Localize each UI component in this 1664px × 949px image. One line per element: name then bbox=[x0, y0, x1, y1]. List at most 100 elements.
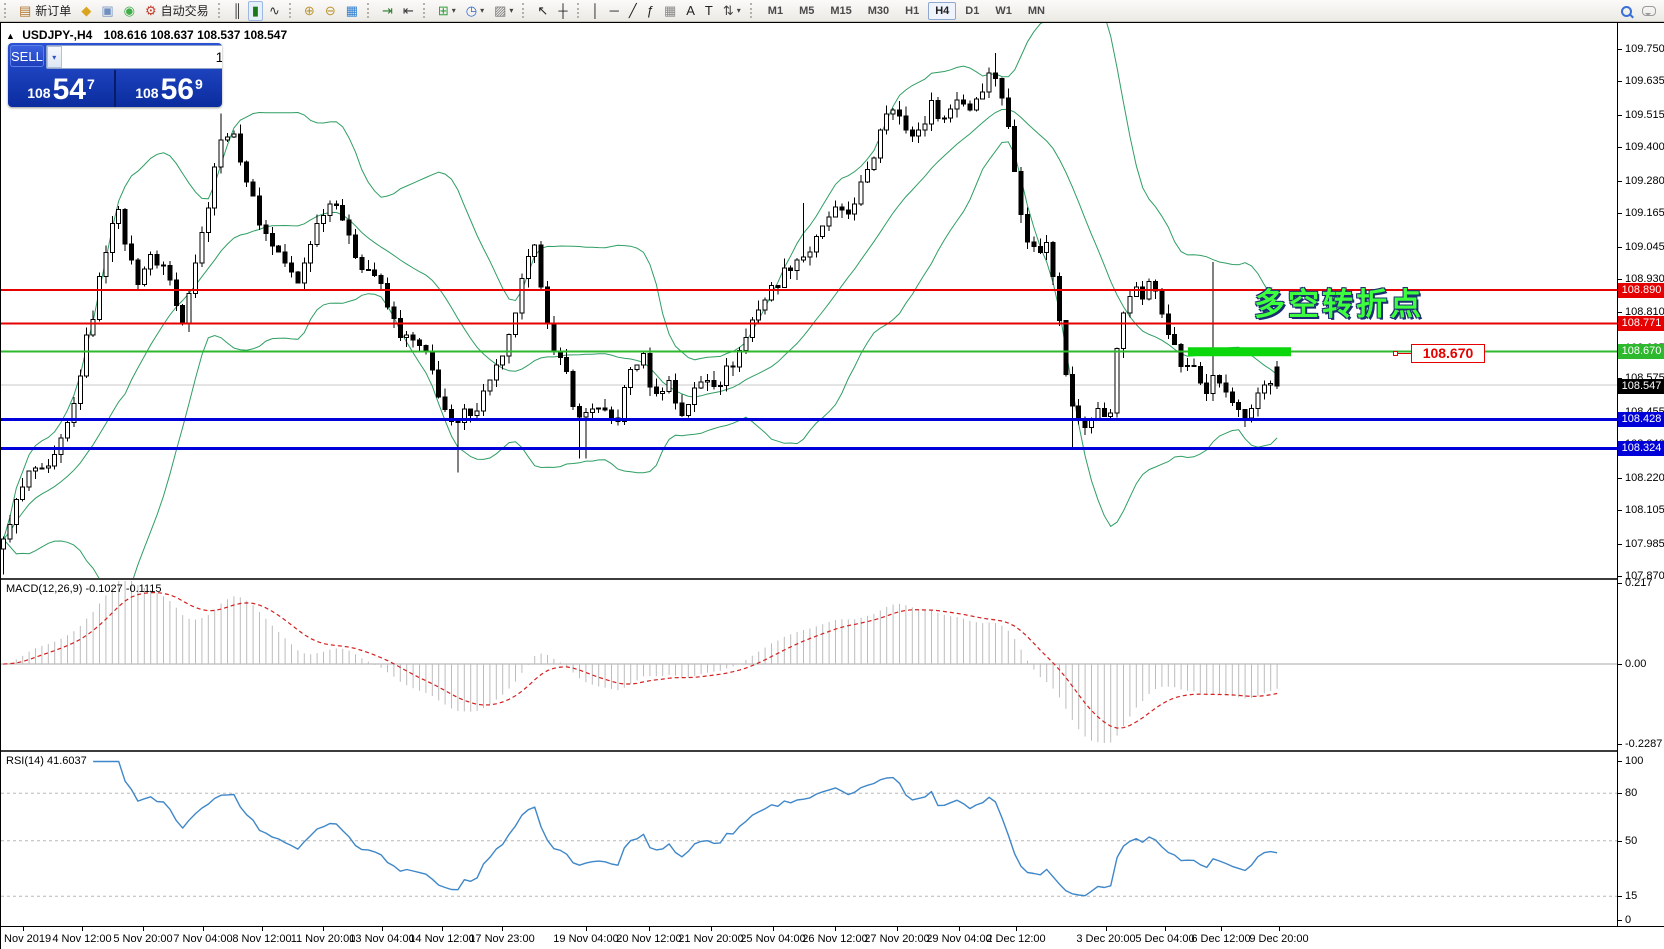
axis-tick bbox=[1618, 247, 1622, 248]
arrows-dropdown-icon[interactable]: ▾ bbox=[737, 6, 741, 15]
macd-histogram-bar bbox=[841, 619, 842, 664]
sell-button[interactable]: SELL bbox=[10, 45, 44, 67]
timeframe-m5-button[interactable]: M5 bbox=[792, 2, 821, 20]
macd-histogram-bar bbox=[157, 593, 158, 664]
crosshair-icon: ┼ bbox=[558, 4, 567, 17]
macd-histogram-bar bbox=[349, 651, 350, 664]
line-chart-button[interactable]: ∿ bbox=[265, 1, 284, 21]
macd-panel-canvas[interactable] bbox=[1, 581, 1617, 750]
text-button[interactable]: A bbox=[682, 1, 699, 21]
time-tick bbox=[1016, 927, 1017, 931]
market-watch-button[interactable]: ◆ bbox=[77, 1, 95, 21]
collapse-arrow-icon[interactable]: ▲ bbox=[6, 31, 15, 41]
cycle-lines-button[interactable]: ▦ bbox=[660, 1, 680, 21]
vertical-line-button[interactable]: │ bbox=[588, 1, 604, 21]
timeframe-h4-button[interactable]: H4 bbox=[928, 2, 956, 20]
macd-histogram-bar bbox=[694, 664, 695, 676]
chart-shift-icon: ⇤ bbox=[403, 4, 414, 17]
zoom-in-button[interactable]: ⊕ bbox=[300, 1, 319, 21]
price-scale[interactable]: 109.750109.635109.515109.400109.280109.1… bbox=[1618, 23, 1664, 926]
sell-price[interactable]: 108 54 7 bbox=[8, 70, 116, 107]
periods-dropdown-icon[interactable]: ▾ bbox=[480, 6, 484, 15]
candle-body bbox=[840, 207, 844, 210]
new-chart-dropdown-icon[interactable]: ▾ bbox=[452, 6, 456, 15]
price-tick-label: 108.220 bbox=[1625, 472, 1664, 484]
time-tick-label: 25 Nov 04:00 bbox=[740, 933, 805, 945]
time-tick bbox=[262, 927, 263, 931]
timeframe-mn-button[interactable]: MN bbox=[1021, 2, 1052, 20]
volume-decrease-button[interactable]: ▾ bbox=[47, 46, 62, 68]
macd-histogram-bar bbox=[1238, 664, 1239, 697]
timeframe-m15-button[interactable]: M15 bbox=[823, 2, 858, 20]
candle-body bbox=[744, 338, 748, 351]
text-label-icon: T bbox=[705, 4, 713, 17]
panel-separator-macd[interactable] bbox=[1, 578, 1664, 580]
bar-chart-button[interactable]: ║ bbox=[229, 1, 246, 21]
zoom-out-button[interactable]: ⊖ bbox=[321, 1, 340, 21]
macd-histogram-bar bbox=[208, 615, 209, 664]
price-level-callout[interactable]: 108.670 bbox=[1411, 344, 1485, 363]
auto-scroll-button[interactable]: ⇥ bbox=[378, 1, 397, 21]
support-highlight-zone[interactable] bbox=[1188, 347, 1291, 356]
macd-histogram-bar bbox=[1129, 664, 1130, 716]
chart-shift-button[interactable]: ⇤ bbox=[399, 1, 418, 21]
axis-tick bbox=[1618, 510, 1622, 511]
macd-histogram-bar bbox=[662, 664, 663, 676]
candle-body bbox=[398, 318, 402, 337]
candle-body bbox=[763, 300, 767, 310]
candle-body bbox=[584, 412, 588, 417]
crosshair-button[interactable]: ┼ bbox=[554, 1, 571, 21]
candle-body bbox=[418, 340, 422, 345]
timeframe-m1-button[interactable]: M1 bbox=[761, 2, 790, 20]
fibonacci-button[interactable]: ƒ bbox=[643, 1, 658, 21]
candle-body bbox=[789, 268, 793, 270]
new-chart-button[interactable]: ⊞▾ bbox=[434, 1, 460, 21]
arrows-button[interactable]: ⇅▾ bbox=[719, 1, 745, 21]
community-chat-icon[interactable] bbox=[1642, 6, 1656, 16]
templates-button[interactable]: ▨▾ bbox=[490, 1, 517, 21]
macd-histogram-bar bbox=[1193, 664, 1194, 691]
timeframe-w1-button[interactable]: W1 bbox=[988, 2, 1019, 20]
rsi-panel-canvas[interactable] bbox=[1, 753, 1617, 926]
timeframe-h1-button[interactable]: H1 bbox=[898, 2, 926, 20]
macd-histogram-bar bbox=[989, 623, 990, 664]
trendline-button[interactable]: ╱ bbox=[625, 1, 641, 21]
candle-body bbox=[674, 380, 678, 403]
horizontal-line-icon: ─ bbox=[610, 4, 619, 17]
horizontal-line-button[interactable]: ─ bbox=[606, 1, 623, 21]
macd-histogram-bar bbox=[1219, 664, 1220, 695]
time-axis[interactable]: 1 Nov 20194 Nov 12:005 Nov 20:007 Nov 04… bbox=[1, 927, 1664, 949]
macd-histogram-bar bbox=[163, 596, 164, 664]
candle-body bbox=[277, 246, 281, 252]
bollinger-lower-band[interactable] bbox=[4, 142, 1278, 579]
text-label-button[interactable]: T bbox=[701, 1, 717, 21]
macd-histogram-bar bbox=[880, 610, 881, 664]
candle-body bbox=[629, 369, 633, 387]
macd-histogram-bar bbox=[176, 608, 177, 664]
candle-body bbox=[590, 409, 594, 412]
candle-body bbox=[226, 137, 230, 140]
volume-input[interactable] bbox=[62, 46, 222, 68]
candle-body bbox=[1192, 366, 1196, 367]
candle-body bbox=[1243, 410, 1247, 418]
macd-histogram-bar bbox=[457, 664, 458, 711]
timeframe-m30-button[interactable]: M30 bbox=[861, 2, 896, 20]
cursor-button[interactable]: ↖ bbox=[533, 1, 552, 21]
candlestick-chart-button[interactable]: ▮ bbox=[248, 1, 263, 21]
search-icon[interactable] bbox=[1621, 6, 1632, 17]
templates-dropdown-icon[interactable]: ▾ bbox=[509, 6, 513, 15]
timeframe-d1-button[interactable]: D1 bbox=[958, 2, 986, 20]
candle-body bbox=[878, 130, 882, 158]
periods-button[interactable]: ◷▾ bbox=[462, 1, 488, 21]
navigator-button[interactable]: ◉ bbox=[120, 1, 139, 21]
candle-body bbox=[597, 408, 601, 409]
time-tick bbox=[1279, 927, 1280, 931]
panel-separator-rsi[interactable] bbox=[1, 750, 1664, 752]
candle-body bbox=[1006, 98, 1010, 127]
auto-trading-button[interactable]: ⚙自动交易 bbox=[141, 1, 213, 21]
new-order-button[interactable]: ▤新订单 bbox=[15, 1, 75, 21]
data-window-button[interactable]: ▣ bbox=[97, 1, 117, 21]
tile-windows-button[interactable]: ▦ bbox=[342, 1, 362, 21]
candle-body bbox=[162, 265, 166, 266]
buy-price[interactable]: 108 56 9 bbox=[116, 70, 222, 107]
